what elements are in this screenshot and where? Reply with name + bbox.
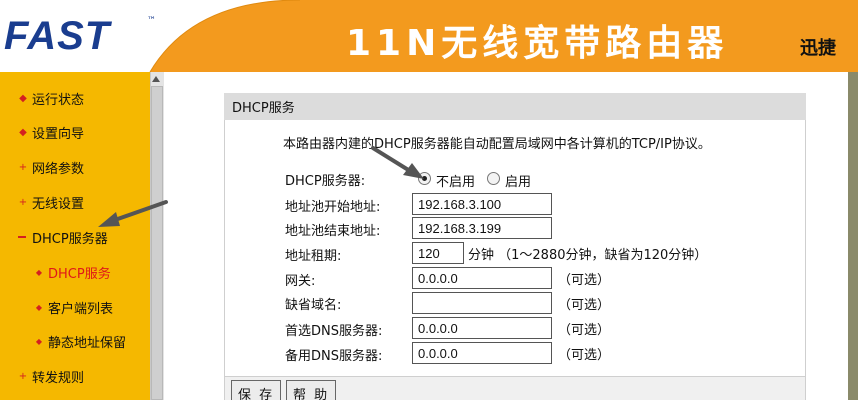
arrow-to-radio-disable-icon <box>371 146 424 179</box>
annotation-arrows <box>98 146 424 227</box>
router-admin-page: FAST ™ 11N无线宽带路由器 迅捷 ◆ 运行状态 ◆ 设置向导 + 网络参… <box>0 0 858 400</box>
arrow-to-dhcp-menu-icon <box>98 200 168 227</box>
